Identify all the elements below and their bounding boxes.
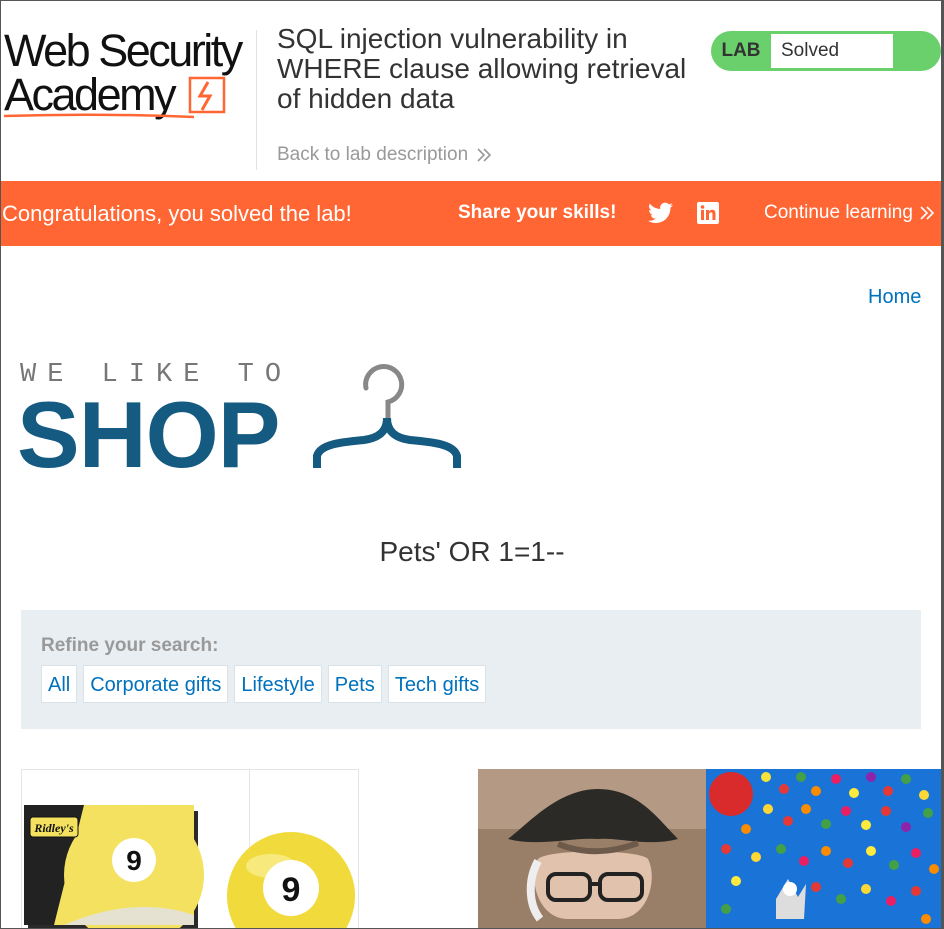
academy-logo[interactable]: Web Security Academy xyxy=(4,26,252,122)
refine-search-panel: Refine your search: All Corporate gifts … xyxy=(21,610,921,729)
product-number: 9 xyxy=(282,871,301,909)
filter-all[interactable]: All xyxy=(41,665,78,703)
product-image-eightball[interactable]: 9 xyxy=(226,831,356,929)
logo-underline xyxy=(4,113,194,119)
solved-banner: Congratulations, you solved the lab! Sha… xyxy=(0,181,944,246)
chevron-right-icon xyxy=(920,206,935,220)
twitter-icon[interactable] xyxy=(648,202,673,224)
lab-header: Web Security Academy SQL injection vulne… xyxy=(0,0,944,181)
back-to-description-link[interactable]: Back to lab description xyxy=(277,144,492,166)
shop-word: SHOP xyxy=(17,382,280,487)
product-number: 9 xyxy=(126,845,142,876)
header-divider xyxy=(256,30,257,170)
continue-learning-label: Continue learning xyxy=(764,202,913,223)
filter-tech-gifts[interactable]: Tech gifts xyxy=(387,665,487,703)
lab-status-badge: LAB Solved xyxy=(711,31,941,71)
badge-status-text: Solved xyxy=(771,34,893,68)
share-skills-label: Share your skills! xyxy=(458,202,617,223)
bolt-icon xyxy=(188,76,226,114)
linkedin-icon[interactable] xyxy=(697,202,719,224)
category-filters: All Corporate gifts Lifestyle Pets Tech … xyxy=(41,665,487,703)
filter-pets[interactable]: Pets xyxy=(327,665,382,703)
lab-title: SQL injection vulnerability in WHERE cla… xyxy=(277,23,687,114)
chevron-right-icon xyxy=(477,148,492,162)
search-results-heading: Pets' OR 1=1-- xyxy=(379,536,565,567)
home-link[interactable]: Home xyxy=(868,286,921,309)
logo-text-line1: Web Security xyxy=(4,25,243,76)
product-image-man-hat[interactable] xyxy=(478,769,706,929)
badge-lab-label: LAB xyxy=(721,40,761,61)
logo-text-line2: Academy xyxy=(4,69,177,120)
filter-corporate-gifts[interactable]: Corporate gifts xyxy=(83,665,229,703)
hanger-icon xyxy=(313,364,461,468)
product-image-eightball-box[interactable]: 9 Ridley's xyxy=(24,805,204,929)
product-brand: Ridley's xyxy=(33,821,74,835)
product-image-balloons[interactable] xyxy=(706,769,942,929)
shop-logo[interactable]: WE LIKE TO SHOP xyxy=(17,360,470,487)
back-link-label: Back to lab description xyxy=(277,144,469,165)
product-grid: 9 Ridley's 9 xyxy=(21,769,942,929)
refine-search-label: Refine your search: xyxy=(41,635,219,656)
continue-learning-link[interactable]: Continue learning xyxy=(764,202,935,224)
filter-lifestyle[interactable]: Lifestyle xyxy=(234,665,322,703)
congrats-message: Congratulations, you solved the lab! xyxy=(2,201,352,226)
